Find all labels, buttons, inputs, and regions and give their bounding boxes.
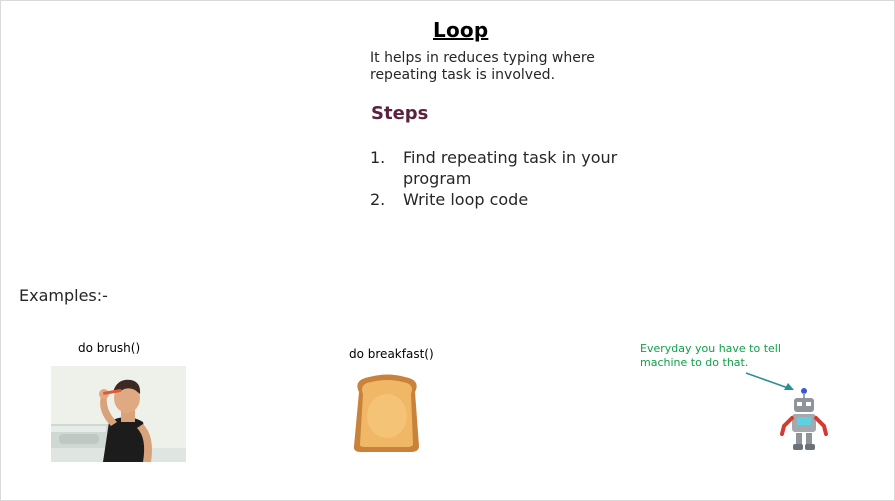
- step-text: Write loop code: [403, 190, 529, 209]
- step-number: 1.: [370, 148, 386, 167]
- brush-caption: do brush(): [78, 341, 141, 355]
- man-brushing-teeth-illustration: [51, 366, 186, 462]
- toast-illustration: [353, 374, 419, 452]
- robot-note: Everyday you have to tell machine to do …: [640, 342, 781, 369]
- steps-heading: Steps: [371, 103, 429, 124]
- step-text: Find repeating task in your program: [403, 148, 618, 188]
- breakfast-caption: do breakfast(): [349, 347, 434, 361]
- list-item: 2. Write loop code: [370, 189, 630, 210]
- list-item: 1. Find repeating task in your program: [370, 147, 630, 189]
- examples-label: Examples:-: [19, 286, 108, 305]
- slide-description: It helps in reduces typing where repeati…: [370, 50, 595, 83]
- step-number: 2.: [370, 190, 386, 209]
- slide-title: Loop: [433, 18, 489, 42]
- robot-illustration: [780, 388, 828, 450]
- steps-list: 1. Find repeating task in your program 2…: [370, 147, 630, 210]
